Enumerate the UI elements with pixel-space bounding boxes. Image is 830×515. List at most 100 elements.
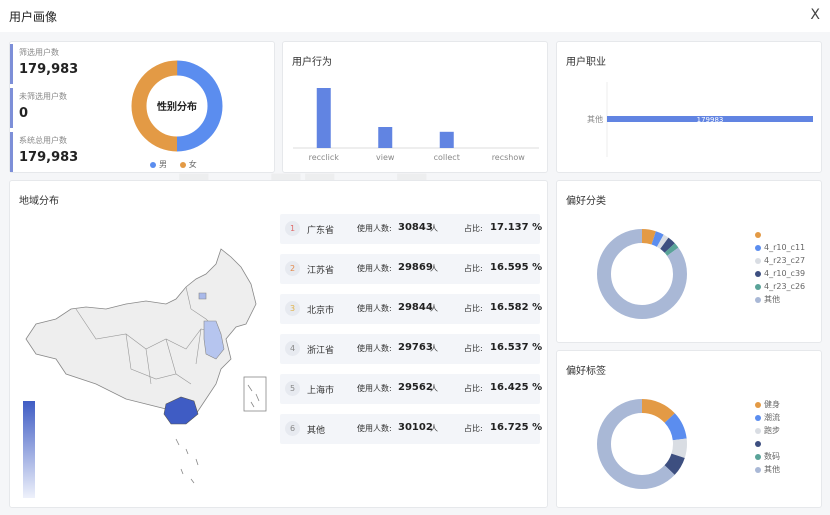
occupation-card: 用户职业 其他 179983 <box>556 41 822 173</box>
region-users-label: 使用人数: <box>357 344 392 353</box>
occupation-bar-value: 179983 <box>697 116 724 124</box>
pref-category-legend-dot <box>755 283 761 290</box>
pref-tag-legend-dot <box>755 466 761 473</box>
total-users-label: 系统总用户数 <box>19 136 67 145</box>
behavior-tick-label: recshow <box>492 153 526 162</box>
region-users-unit: 人 <box>430 384 438 393</box>
region-users-label: 使用人数: <box>357 304 392 313</box>
behavior-tick-label: collect <box>434 153 460 162</box>
region-title: 地域分布 <box>19 196 59 207</box>
pref-tag-legend-label: 跑步 <box>764 426 780 435</box>
behavior-bar[interactable] <box>378 127 393 148</box>
region-users-value: 29844 <box>398 302 433 313</box>
pref-tag-legend: 健身潮流跑步数码其他 <box>755 398 780 476</box>
region-list: 1 广东省 使用人数: 30843 人 占比: 17.137 % 2 江苏省 使… <box>280 214 543 484</box>
region-users-unit: 人 <box>430 264 438 273</box>
pref-tag-legend-dot <box>755 453 761 460</box>
occupation-chart: 其他 179983 <box>587 82 813 157</box>
region-ratio-value: 16.595 % <box>490 262 543 273</box>
occupation-tick-label: 其他 <box>587 114 603 124</box>
behavior-tick-label: recclick <box>309 153 340 162</box>
region-users-value: 29562 <box>398 382 433 393</box>
region-ratio-label: 占比: <box>464 304 483 313</box>
region-row[interactable]: 4 浙江省 使用人数: 29763 人 占比: 16.537 % <box>280 334 543 364</box>
total-users-stat: 系统总用户数 179,983 <box>10 132 120 172</box>
pref-tag-legend-label: 其他 <box>764 465 780 474</box>
region-name: 浙江省 <box>307 346 335 356</box>
pref-category-legend-dot <box>755 296 761 303</box>
region-users-label: 使用人数: <box>357 224 392 233</box>
pref-tag-legend-label: 潮流 <box>764 413 780 422</box>
region-ratio-value: 16.582 % <box>490 302 543 313</box>
pref-category-legend-item[interactable]: 其他 <box>755 293 805 306</box>
region-users-unit: 人 <box>430 344 438 353</box>
pref-tag-legend-item[interactable]: 健身 <box>755 398 780 411</box>
gender-legend: 男 女 <box>150 159 197 170</box>
region-ratio-label: 占比: <box>464 264 483 273</box>
region-rank-badge: 5 <box>285 381 300 396</box>
region-rank-badge: 4 <box>285 341 300 356</box>
behavior-bar[interactable] <box>439 131 454 148</box>
pref-tag-legend-item[interactable] <box>755 437 780 450</box>
map-region-base[interactable] <box>25 248 257 420</box>
pref-category-legend-item[interactable] <box>755 228 805 241</box>
pref-category-legend-dot <box>755 231 761 238</box>
region-users-value: 30843 <box>398 222 433 233</box>
region-ratio-value: 17.137 % <box>490 222 543 233</box>
gender-donut: 性别分布 <box>131 60 223 152</box>
pref-category-legend-label: 4_r23_c26 <box>764 282 806 291</box>
filtered-users-stat: 筛选用户数 179,983 <box>10 44 120 84</box>
unfiltered-users-stat: 未筛选用户数 0 <box>10 88 120 128</box>
pref-category-legend-item[interactable]: 4_r23_c26 <box>755 280 805 293</box>
pref-tag-legend-item[interactable]: 其他 <box>755 463 780 476</box>
total-users-value: 179,983 <box>19 150 79 165</box>
pref-category-legend-item[interactable]: 4_r10_c11 <box>755 241 805 254</box>
pref-tag-legend-item[interactable]: 跑步 <box>755 424 780 437</box>
pref-tag-legend-item[interactable]: 潮流 <box>755 411 780 424</box>
page-title: 用户画像 <box>9 10 58 24</box>
region-ratio-value: 16.725 % <box>490 422 543 433</box>
pref-category-title: 偏好分类 <box>566 196 606 207</box>
close-icon[interactable]: X <box>810 6 820 24</box>
legend-male[interactable]: 男 <box>150 160 167 169</box>
region-rank-badge: 1 <box>285 221 300 236</box>
region-row[interactable]: 6 其他 使用人数: 30102 人 占比: 16.725 % <box>280 414 543 444</box>
region-rank-badge: 2 <box>285 261 300 276</box>
pref-tag-legend-dot <box>755 427 761 434</box>
region-users-label: 使用人数: <box>357 384 392 393</box>
legend-female[interactable]: 女 <box>179 160 197 169</box>
region-row[interactable]: 5 上海市 使用人数: 29562 人 占比: 16.425 % <box>280 374 542 404</box>
region-ratio-label: 占比: <box>464 344 483 353</box>
behavior-chart: recclick view collect recshow <box>293 88 539 162</box>
unfiltered-users-label: 未筛选用户数 <box>19 92 67 101</box>
title-bar: 用户画像 X <box>0 0 830 32</box>
region-users-label: 使用人数: <box>357 424 392 433</box>
pref-category-legend: 4_r10_c11 4_r23_c27 4_r10_c39 4_r23_c26 其他 <box>755 228 805 306</box>
legend-male-label: 男 <box>159 160 167 169</box>
china-map <box>25 248 267 484</box>
map-region-beijing[interactable] <box>198 292 207 300</box>
south-sea-inset <box>243 376 267 412</box>
pref-tag-legend-dot <box>755 401 761 408</box>
pref-tag-legend-item[interactable]: 数码 <box>755 450 780 463</box>
region-users-unit: 人 <box>430 304 438 313</box>
pref-category-legend-item[interactable]: 4_r23_c27 <box>755 254 805 267</box>
pref-tag-legend-dot <box>755 414 761 421</box>
gender-donut-title: 性别分布 <box>156 100 197 113</box>
stats-card: 筛选用户数 179,983 未筛选用户数 0 系统总用户数 179,983 性别… <box>9 41 275 173</box>
region-row[interactable]: 1 广东省 使用人数: 30843 人 占比: 17.137 % <box>280 214 543 244</box>
pref-category-legend-item[interactable]: 4_r10_c39 <box>755 267 805 280</box>
filtered-users-label: 筛选用户数 <box>19 48 59 57</box>
behavior-bar[interactable] <box>316 88 331 148</box>
region-row[interactable]: 3 北京市 使用人数: 29844 人 占比: 16.582 % <box>280 294 543 324</box>
pref-tag-title: 偏好标签 <box>566 366 606 377</box>
region-name: 广东省 <box>307 226 335 236</box>
pref-category-legend-label: 其他 <box>764 295 780 304</box>
region-row[interactable]: 2 江苏省 使用人数: 29869 人 占比: 16.595 % <box>280 254 543 284</box>
region-ratio-value: 16.537 % <box>490 342 543 353</box>
pref-tag-legend-label: 健身 <box>764 400 780 409</box>
region-ratio-label: 占比: <box>464 424 483 433</box>
pref-category-legend-dot <box>755 257 761 264</box>
region-users-unit: 人 <box>430 224 438 233</box>
region-users-value: 29869 <box>398 262 433 273</box>
